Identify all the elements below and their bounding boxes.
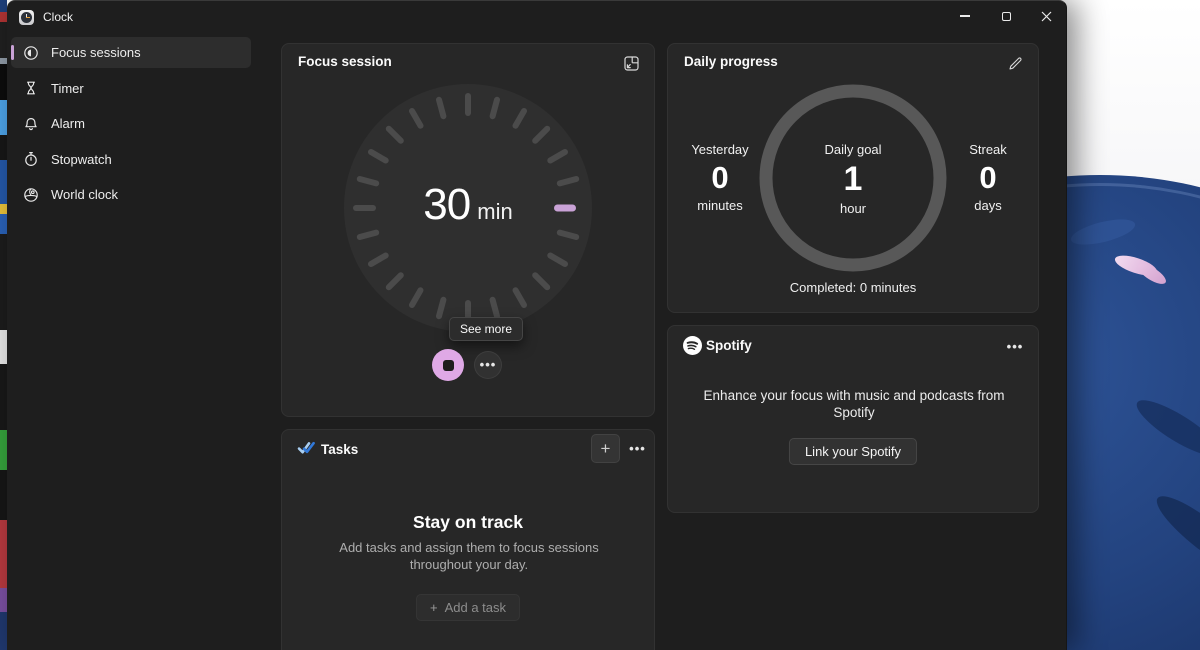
sidebar-item-label: Alarm — [51, 116, 85, 131]
more-icon: ••• — [1007, 343, 1024, 351]
yesterday-label: Yesterday — [678, 142, 762, 157]
completed-status: Completed: 0 minutes — [668, 280, 1038, 295]
close-icon — [1041, 11, 1052, 22]
focus-more-button[interactable]: ••• — [474, 351, 502, 379]
more-icon: ••• — [629, 445, 646, 453]
sidebar-item-timer[interactable]: Timer — [11, 73, 251, 104]
sidebar-item-label: World clock — [51, 187, 118, 202]
focus-session-card: Focus session 30 min See more ••• — [281, 43, 655, 417]
focus-sessions-icon — [23, 45, 39, 61]
add-a-task-button[interactable]: + Add a task — [416, 594, 520, 621]
titlebar[interactable]: Clock — [7, 1, 1066, 33]
maximize-button[interactable] — [986, 1, 1026, 31]
tasks-more-button[interactable]: ••• — [623, 434, 652, 463]
spotify-description: Enhance your focus with music and podcas… — [694, 388, 1014, 421]
desktop-icons-sliver — [0, 0, 7, 650]
selection-accent-bar — [11, 45, 14, 60]
plus-icon: + — [430, 600, 438, 615]
sidebar-item-label: Stopwatch — [51, 152, 112, 167]
tasks-icon — [297, 440, 316, 456]
daily-goal-label: Daily goal — [773, 142, 933, 157]
spotify-card-title: Spotify — [706, 338, 752, 353]
popout-button[interactable] — [622, 54, 640, 72]
sidebar-item-stopwatch[interactable]: Stopwatch — [11, 144, 251, 175]
minimize-icon — [960, 15, 970, 16]
tasks-card-title: Tasks — [321, 442, 358, 457]
yesterday-unit: minutes — [678, 198, 762, 213]
window-title: Clock — [43, 10, 73, 24]
sidebar-item-label: Timer — [51, 81, 84, 96]
tasks-card: Tasks + ••• Stay on track Add tasks and … — [281, 429, 655, 650]
duration-label: 30 min — [344, 180, 592, 230]
duration-unit: min — [477, 199, 512, 224]
plus-icon: + — [601, 439, 611, 459]
streak-label: Streak — [946, 142, 1030, 157]
sidebar-item-world-clock[interactable]: World clock — [11, 179, 251, 210]
stop-icon — [443, 360, 454, 371]
daily-goal-value: 1 — [773, 160, 933, 199]
clock-app-icon — [19, 10, 34, 25]
daily-goal-stat: Daily goal 1 hour — [773, 142, 933, 216]
start-focus-button[interactable] — [432, 349, 464, 381]
alarm-icon — [23, 116, 39, 132]
sidebar-item-focus-sessions[interactable]: Focus sessions — [11, 37, 251, 68]
clock-app-window: Clock Focus sessions Timer Alarm — [7, 0, 1067, 650]
more-icon: ••• — [480, 361, 497, 369]
tasks-heading: Stay on track — [282, 512, 654, 533]
focus-duration-dial[interactable]: 30 min — [344, 84, 592, 332]
spotify-more-button[interactable]: ••• — [1006, 338, 1024, 356]
yesterday-stat: Yesterday 0 minutes — [678, 142, 762, 213]
sidebar-item-label: Focus sessions — [51, 45, 141, 60]
focus-card-title: Focus session — [298, 54, 392, 69]
maximize-icon — [1002, 12, 1011, 21]
tasks-description: Add tasks and assign them to focus sessi… — [309, 540, 629, 573]
add-task-header-button[interactable]: + — [591, 434, 620, 463]
streak-unit: days — [946, 198, 1030, 213]
duration-value: 30 — [423, 180, 470, 229]
world-clock-icon — [23, 187, 39, 203]
link-spotify-button[interactable]: Link your Spotify — [789, 438, 917, 465]
close-button[interactable] — [1026, 1, 1066, 31]
edit-icon — [1008, 56, 1023, 71]
spotify-icon — [682, 335, 703, 356]
sidebar-item-alarm[interactable]: Alarm — [11, 108, 251, 139]
daily-goal-unit: hour — [773, 201, 933, 216]
streak-value: 0 — [946, 160, 1030, 196]
minimize-button[interactable] — [945, 1, 985, 31]
streak-stat: Streak 0 days — [946, 142, 1030, 213]
popout-icon — [624, 56, 639, 71]
add-task-label: Add a task — [445, 600, 506, 615]
stopwatch-icon — [23, 151, 39, 167]
edit-goal-button[interactable] — [1006, 54, 1024, 72]
spotify-card: Spotify ••• Enhance your focus with musi… — [667, 325, 1039, 513]
timer-icon — [23, 80, 39, 96]
see-more-tooltip: See more — [449, 317, 523, 341]
daily-progress-card: Daily progress Yesterday 0 minutes Daily… — [667, 43, 1039, 313]
yesterday-value: 0 — [678, 160, 762, 196]
daily-progress-title: Daily progress — [684, 54, 778, 69]
